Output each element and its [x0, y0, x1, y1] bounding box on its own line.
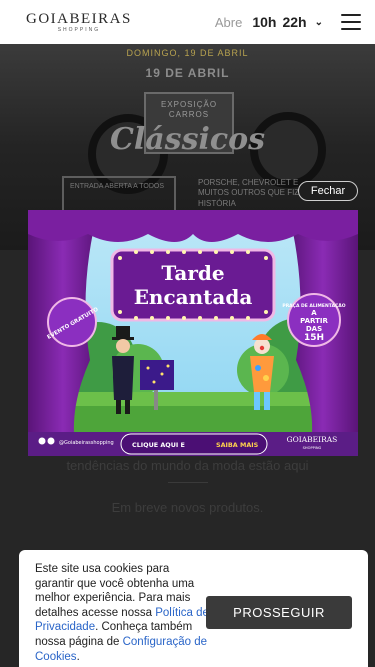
- promo-popup[interactable]: Tarde Encantada EVENTO GRATUITO PRAÇA DE…: [28, 210, 358, 456]
- promo-brand: GOIABEIRAS: [287, 435, 338, 444]
- time-badge-d: 15H: [304, 333, 324, 343]
- content-tagline: tendências do mundo da moda estão aqui: [66, 458, 309, 473]
- hero-title: Clássicos: [109, 122, 266, 157]
- cta-text-part1[interactable]: CLIQUE AQUI E: [132, 441, 185, 449]
- time-badge-a: A: [311, 309, 317, 317]
- content-divider: [168, 482, 208, 483]
- promo-title-line2: Encantada: [134, 285, 253, 309]
- hero-date: 19 DE ABRIL: [145, 66, 230, 80]
- site-logo[interactable]: GOIABEIRAS SHOPPING: [26, 11, 132, 33]
- opening-hours[interactable]: Abre 10h 22h ⌄: [215, 14, 323, 30]
- site-header: GOIABEIRAS SHOPPING Abre 10h 22h ⌄: [0, 0, 375, 44]
- promo-brand-sub: SHOPPING: [303, 446, 322, 450]
- cookie-banner: Este site usa cookies para garantir que …: [19, 550, 368, 667]
- close-time: 22h: [282, 14, 307, 30]
- logo-text: GOIABEIRAS: [26, 11, 132, 27]
- hero-entry-box: ENTRADA ABERTA A TODOS: [62, 176, 176, 212]
- accept-cookies-button[interactable]: PROSSEGUIR: [206, 596, 352, 629]
- cookie-text-part3: .: [76, 650, 80, 663]
- hamburger-menu-icon[interactable]: [341, 14, 361, 30]
- cta-text-part2[interactable]: SAIBA MAIS: [216, 441, 259, 449]
- open-time: 10h: [252, 14, 277, 30]
- time-badge-c: DAS: [306, 325, 322, 333]
- hero-top-line: DOMINGO, 19 DE ABRIL: [126, 48, 249, 58]
- close-popup-button[interactable]: Fechar: [298, 181, 358, 201]
- promo-title-line1: Tarde: [161, 261, 224, 285]
- logo-subtext: SHOPPING: [57, 27, 101, 33]
- social-handle: @Goiabeirasshopping: [59, 440, 114, 446]
- cookie-text: Este site usa cookies para garantir que …: [35, 562, 211, 664]
- promo-illustration: Tarde Encantada EVENTO GRATUITO PRAÇA DE…: [28, 210, 358, 456]
- hours-label: Abre: [214, 14, 243, 30]
- chevron-down-icon: ⌄: [314, 16, 323, 28]
- location-badge-text: PRAÇA DE ALIMENTAÇÃO: [282, 302, 345, 309]
- content-coming-soon: Em breve novos produtos.: [111, 500, 264, 515]
- time-badge-b: PARTIR: [300, 317, 328, 325]
